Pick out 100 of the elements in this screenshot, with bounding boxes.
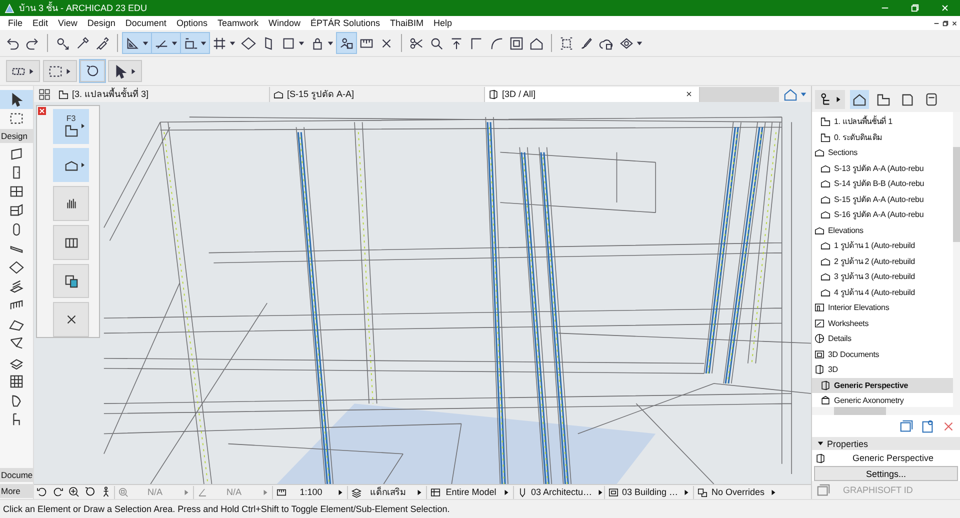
interior-elevation-icon (814, 302, 825, 314)
navigator-item[interactable]: S-14 รูปตัด B-B (Auto-rebu (812, 176, 953, 192)
caret-icon (817, 440, 824, 447)
caret-icon (200, 40, 207, 46)
navigator-item[interactable]: S-13 รูปตัด A-A (Auto-rebu (812, 160, 953, 176)
section-icon (820, 256, 831, 267)
caret-icon (298, 40, 305, 46)
view-settings-icon[interactable] (920, 418, 935, 434)
menu-item[interactable]: Options (171, 18, 212, 28)
navigator-item[interactable]: 0. ระดับดินเดิม (812, 130, 953, 145)
menu-item[interactable]: Document (120, 18, 172, 28)
zoom-back-icon[interactable] (36, 486, 48, 498)
roof-icon (9, 317, 24, 332)
caret-icon (229, 40, 236, 46)
copy-button[interactable] (53, 264, 89, 298)
perspective-icon (814, 364, 825, 376)
navigator-item[interactable]: Generic Axonometry (812, 393, 953, 408)
close-icon[interactable] (951, 20, 958, 26)
perspective-icon (488, 88, 499, 100)
zoom-forward-icon[interactable] (52, 486, 64, 498)
3d-viewport[interactable]: F3 (34, 102, 811, 484)
frames-button[interactable] (53, 225, 89, 260)
snap-button[interactable] (181, 33, 209, 53)
caret-icon (416, 488, 423, 496)
wall-icon (9, 146, 24, 161)
pointer-tool[interactable] (0, 90, 33, 109)
override-icon (697, 486, 708, 498)
toolbox-section-header[interactable]: Docume (0, 468, 33, 482)
horizontal-scrollbar[interactable] (812, 407, 960, 415)
navigator-item[interactable]: 1 รูปด้าน 1 (Auto-rebuild (812, 238, 953, 254)
caret-icon (262, 488, 269, 496)
restore-icon[interactable] (942, 20, 949, 26)
marquee-icon (9, 111, 24, 126)
properties-header[interactable]: Properties (812, 437, 960, 450)
pointer-button[interactable] (108, 60, 142, 82)
menu-item[interactable]: ÉPTÁR Solutions (306, 18, 386, 28)
house-icon[interactable] (850, 90, 869, 108)
bars-button[interactable] (53, 186, 89, 222)
stair-icon (9, 279, 24, 294)
section-button[interactable] (53, 148, 89, 182)
navigator-item[interactable]: S-15 รูปตัด A-A (Auto-rebu (812, 192, 953, 207)
window-icon[interactable] (816, 482, 831, 498)
window-title: บ้าน 3 ชั้น - ARCHICAD 23 EDU (19, 1, 148, 15)
navigator-folder[interactable]: Details (812, 331, 953, 346)
cube-eye-icon (619, 36, 634, 50)
layers-icon (351, 486, 362, 498)
triangle-ruler-icon (125, 36, 140, 50)
close-icon[interactable] (685, 90, 693, 98)
view-tab[interactable]: [3D / All] (485, 86, 700, 102)
caret-icon (327, 40, 334, 46)
orbit-button[interactable] (80, 60, 105, 82)
navigator-item[interactable]: 1. แปลนพื้นชั้นที่ 1 (812, 114, 953, 130)
menu-item[interactable]: File (3, 18, 28, 28)
toolbox-section-header[interactable]: More (0, 484, 33, 498)
caret-icon (183, 488, 190, 496)
guide-line-button[interactable] (152, 33, 180, 53)
navigator-folder[interactable]: Worksheets (812, 316, 953, 331)
menu-item[interactable]: Edit (28, 18, 54, 28)
section-icon (820, 209, 831, 220)
navigator-item[interactable]: S-16 รูปตัด A-A (Auto-rebu (812, 207, 953, 222)
menu-item[interactable]: Help (428, 18, 458, 28)
corner-icon (469, 36, 484, 50)
view-type-button[interactable] (779, 86, 811, 102)
pick-up-icon (55, 36, 70, 50)
menu-item[interactable]: ThaiBIM (385, 18, 429, 28)
stretch-button[interactable] (6, 60, 40, 82)
settings-button[interactable]: Settings... (814, 466, 958, 481)
house-icon (529, 36, 544, 50)
navigator-item[interactable]: Generic Perspective (812, 378, 953, 393)
navigator-item[interactable]: 4 รูปด้าน 4 (Auto-rebuild (812, 284, 953, 300)
menu-item[interactable]: Window (263, 18, 306, 28)
restore-icon[interactable] (910, 3, 920, 13)
menu-item[interactable]: Teamwork (212, 18, 264, 28)
caret-icon (130, 68, 137, 74)
caret-icon (65, 68, 72, 74)
orbit-icon[interactable] (84, 486, 96, 498)
navigator-folder[interactable]: Interior Elevations (812, 300, 953, 316)
map-selector-button[interactable] (815, 90, 845, 108)
menu-item[interactable]: View (53, 18, 82, 28)
perspective-icon (815, 452, 826, 464)
triangle-ruler-button[interactable] (123, 33, 151, 53)
frame-icon (509, 36, 524, 50)
pen-icon (517, 486, 528, 498)
section-icon (820, 240, 831, 252)
navigator-item[interactable]: 3 รูปด้าน 3 (Auto-rebuild (812, 269, 953, 284)
square-icon (281, 36, 296, 50)
menu-item[interactable]: Design (82, 18, 120, 28)
marquee-button[interactable] (43, 60, 77, 82)
navigator-item[interactable]: 2 รูปด้าน 2 (Auto-rebuild (812, 254, 953, 269)
navigator-folder[interactable]: Elevations (812, 222, 953, 238)
tab-overview-icon[interactable] (38, 88, 51, 100)
section-icon (820, 162, 831, 174)
toolbox-section-header[interactable]: Design (0, 129, 33, 143)
new-window-icon[interactable] (899, 418, 914, 434)
navigator-folder[interactable]: Sections (812, 145, 953, 160)
navigator-folder[interactable]: 3D (812, 362, 953, 378)
zoom-in-icon[interactable] (68, 486, 80, 498)
floor-plan-button[interactable]: F3 (53, 109, 89, 144)
navigator-folder[interactable]: 3D Documents (812, 346, 953, 362)
teamwork-button[interactable] (337, 33, 356, 53)
